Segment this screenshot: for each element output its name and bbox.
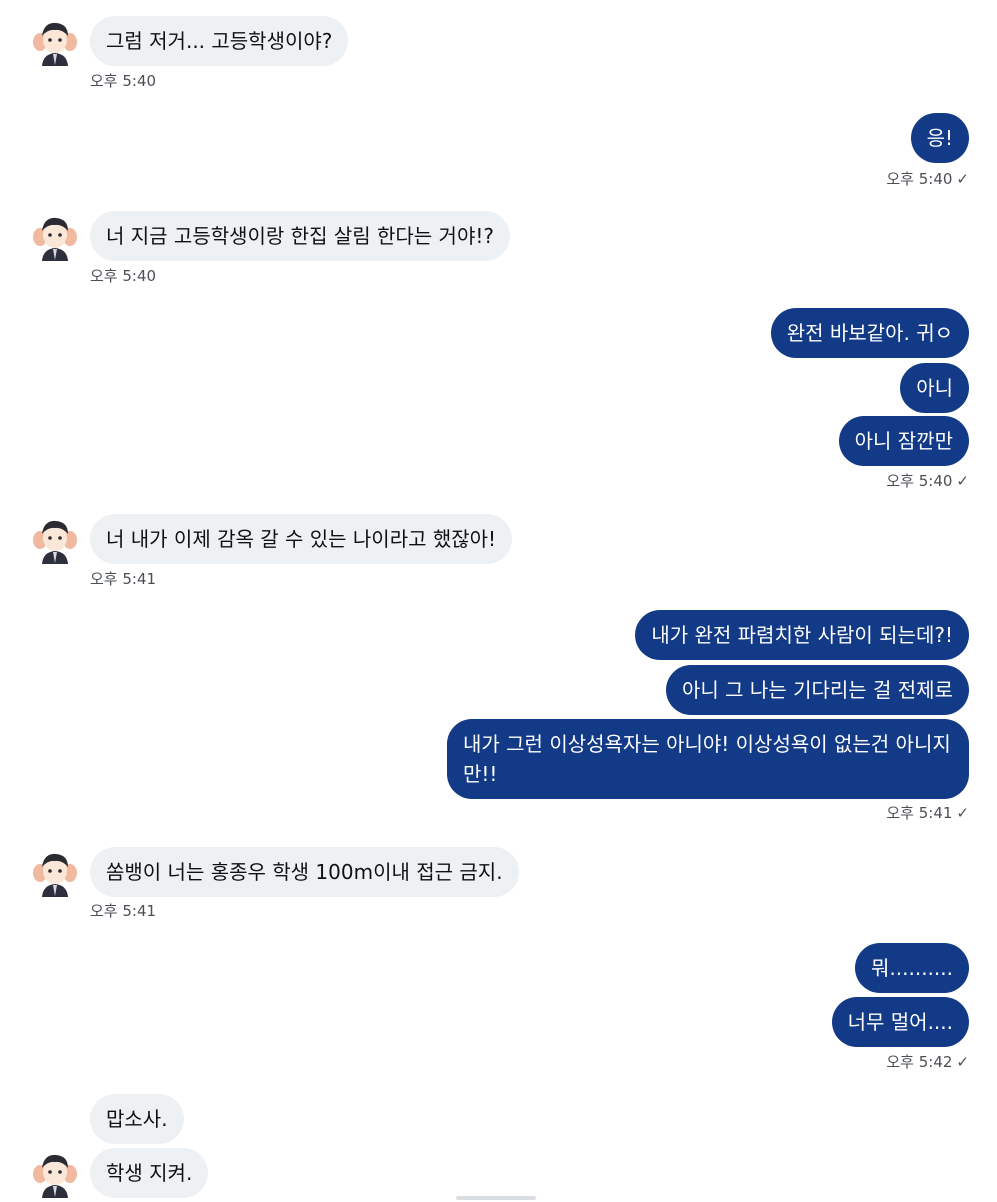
message-outgoing[interactable]: 아니 그 나는 기다리는 걸 전제로 (666, 665, 969, 715)
message-incoming[interactable]: 너 지금 고등학생이랑 한집 살림 한다는 거야!? (90, 211, 510, 261)
cartoon-avatar-icon (30, 514, 80, 564)
message-timestamp: 오후 5:40 (90, 267, 157, 285)
message-outgoing[interactable]: 아니 잠깐만 (838, 416, 969, 466)
avatar[interactable] (30, 847, 80, 897)
message-incoming[interactable]: 학생 지켜. (90, 1148, 209, 1198)
message-timestamp: 오후 5:40 ✓ (886, 472, 969, 490)
message-incoming[interactable]: 쏨뱅이 너는 홍종우 학생 100m이내 접근 금지. (90, 847, 519, 897)
read-check-icon: ✓ (956, 170, 969, 188)
message-outgoing[interactable]: 완전 바보같아. 귀ㅇ (770, 308, 969, 358)
message-incoming[interactable]: 그럼 저거... 고등학생이야? (90, 16, 349, 66)
message-timestamp: 오후 5:42 ✓ (886, 1053, 969, 1071)
read-check-icon: ✓ (956, 1053, 969, 1071)
cartoon-avatar-icon (30, 1148, 80, 1198)
cartoon-avatar-icon (30, 211, 80, 261)
message-timestamp: 오후 5:40 ✓ (886, 170, 969, 188)
message-incoming[interactable]: 맙소사. (90, 1094, 184, 1144)
avatar[interactable] (30, 1148, 80, 1198)
read-check-icon: ✓ (956, 804, 969, 822)
message-timestamp: 오후 5:40 (90, 72, 157, 90)
message-outgoing[interactable]: 응! (910, 113, 969, 163)
avatar[interactable] (30, 16, 80, 66)
avatar[interactable] (30, 514, 80, 564)
message-outgoing[interactable]: 내가 그런 이상성욕자는 아니야! 이상성욕이 없는건 아니지만!! (447, 719, 969, 799)
message-timestamp: 오후 5:41 (90, 902, 157, 920)
message-outgoing[interactable]: 너무 멀어.... (831, 997, 969, 1047)
message-incoming[interactable]: 너 내가 이제 감옥 갈 수 있는 나이라고 했잖아! (90, 514, 513, 564)
read-check-icon: ✓ (956, 472, 969, 490)
message-outgoing[interactable]: 아니 (900, 363, 969, 413)
message-timestamp: 오후 5:41 (90, 570, 157, 588)
message-outgoing[interactable]: 내가 완전 파렴치한 사람이 되는데?! (635, 610, 969, 660)
message-outgoing[interactable]: 뭐.......... (855, 943, 969, 993)
scroll-indicator (456, 1196, 536, 1200)
cartoon-avatar-icon (30, 847, 80, 897)
message-timestamp: 오후 5:41 ✓ (886, 804, 969, 822)
cartoon-avatar-icon (30, 16, 80, 66)
avatar[interactable] (30, 211, 80, 261)
